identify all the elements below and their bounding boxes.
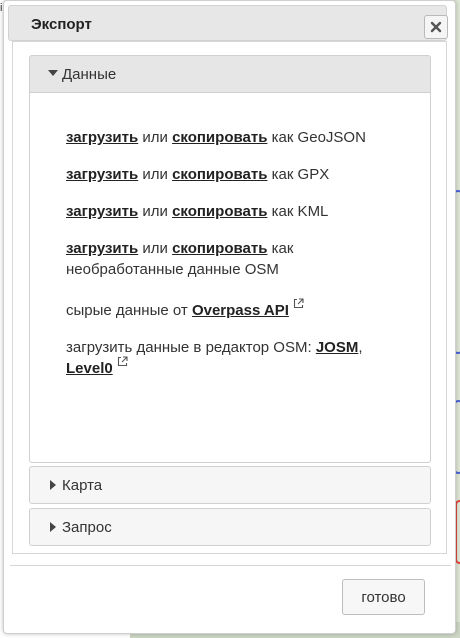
export-kml-row: загрузить или скопировать как KML — [66, 201, 416, 222]
overpass-row: сырые данные от Overpass API — [66, 298, 416, 321]
josm-link[interactable]: JOSM — [316, 339, 359, 356]
section-label-query: Запрос — [62, 519, 112, 536]
copy-gpx-link[interactable]: скопировать — [172, 166, 267, 183]
level0-link[interactable]: Level0 — [66, 360, 113, 377]
format-text: как KML — [271, 203, 329, 220]
copy-kml-link[interactable]: скопировать — [172, 203, 267, 220]
export-gpx-row: загрузить или скопировать как GPX — [66, 164, 416, 185]
download-kml-link[interactable]: загрузить — [66, 203, 138, 220]
section-label-map: Карта — [62, 477, 103, 494]
external-link-icon — [293, 298, 304, 309]
section-header-query[interactable]: Запрос — [29, 508, 431, 546]
section-panel-data: загрузить или скопировать как GeoJSON за… — [29, 93, 431, 463]
section-label-data: Данные — [62, 66, 117, 83]
format-text: как GeoJSON — [271, 129, 366, 146]
caret-down-icon — [48, 70, 58, 76]
or-text: или — [142, 129, 168, 146]
dialog-title: Экспорт — [31, 16, 92, 33]
close-button[interactable] — [424, 15, 448, 39]
export-dialog: Экспорт Данные загрузить или скопировать… — [3, 0, 456, 634]
copy-geojson-link[interactable]: скопировать — [172, 129, 267, 146]
download-gpx-link[interactable]: загрузить — [66, 166, 138, 183]
section-header-map[interactable]: Карта — [29, 466, 431, 504]
export-geojson-row: загрузить или скопировать как GeoJSON — [66, 127, 416, 148]
section-header-data[interactable]: Данные — [29, 55, 431, 93]
format-text: как — [271, 240, 294, 257]
caret-right-icon — [50, 480, 56, 490]
download-geojson-link[interactable]: загрузить — [66, 129, 138, 146]
caret-right-icon — [50, 522, 56, 532]
editor-text: загрузить данные в редактор OSM: — [66, 339, 312, 356]
external-link-icon — [117, 356, 128, 367]
overpass-api-link[interactable]: Overpass API — [192, 302, 289, 319]
close-icon — [430, 21, 442, 33]
done-button[interactable]: готово — [342, 579, 425, 615]
footer-divider — [10, 565, 451, 566]
dialog-titlebar[interactable]: Экспорт — [8, 5, 448, 41]
or-text: или — [142, 166, 168, 183]
raw-data-text: сырые данные от — [66, 302, 188, 319]
or-text: или — [142, 240, 168, 257]
comma-text: , — [358, 339, 363, 356]
export-osm-row: загрузить или скопировать как необработа… — [66, 238, 416, 280]
format-text: как GPX — [271, 166, 330, 183]
format-text-osm: необработанные данные OSM — [66, 261, 279, 278]
editor-row: загрузить данные в редактор OSM: JOSM, L… — [66, 337, 416, 379]
or-text: или — [142, 203, 168, 220]
download-osm-link[interactable]: загрузить — [66, 240, 138, 257]
copy-osm-link[interactable]: скопировать — [172, 240, 267, 257]
